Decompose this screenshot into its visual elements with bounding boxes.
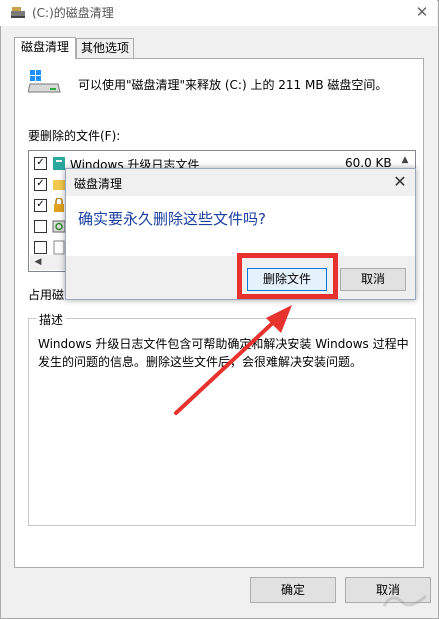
dialog-title: 磁盘清理	[74, 177, 123, 191]
dialog-cancel-button[interactable]: 取消	[340, 268, 406, 291]
scroll-left-button[interactable]: ◀	[32, 256, 44, 268]
drive-icon	[27, 68, 62, 96]
checkbox[interactable]	[34, 241, 47, 254]
description-title: 描述	[36, 311, 67, 328]
window-title: (C:)的磁盘清理	[32, 6, 114, 20]
highlight-box	[237, 253, 338, 299]
lock-icon	[52, 197, 66, 213]
checkbox[interactable]	[34, 220, 47, 233]
recycle-icon	[52, 219, 66, 234]
dialog-close-button[interactable]: ✕	[390, 172, 410, 192]
folder-icon	[52, 177, 66, 192]
scroll-up-button[interactable]: ▲	[398, 153, 412, 167]
checkbox[interactable]: ✓	[34, 178, 47, 191]
disk-usage-label: 占用磁	[28, 288, 65, 302]
tab-more-options[interactable]: 其他选项	[76, 38, 134, 58]
window-close-button[interactable]: ✕	[412, 3, 432, 21]
log-file-icon	[52, 156, 66, 171]
files-to-delete-label: 要删除的文件(F):	[28, 129, 121, 143]
checkbox[interactable]: ✓	[34, 157, 47, 170]
checkbox[interactable]: ✓	[34, 199, 47, 212]
description-text: Windows 升级日志文件包含可帮助确定和解决安装 Windows 过程中发生…	[38, 337, 409, 369]
watermark-logo	[382, 594, 427, 607]
ok-button[interactable]: 确定	[250, 577, 336, 603]
tab-disk-cleanup[interactable]: 磁盘清理	[14, 37, 76, 59]
disk-cleanup-app-icon	[10, 5, 26, 19]
document-icon	[52, 240, 66, 255]
dialog-message: 确实要永久删除这些文件吗?	[78, 210, 266, 228]
space-summary-text: 可以使用"磁盘清理"来释放 (C:) 上的 211 MB 磁盘空间。	[78, 78, 388, 92]
